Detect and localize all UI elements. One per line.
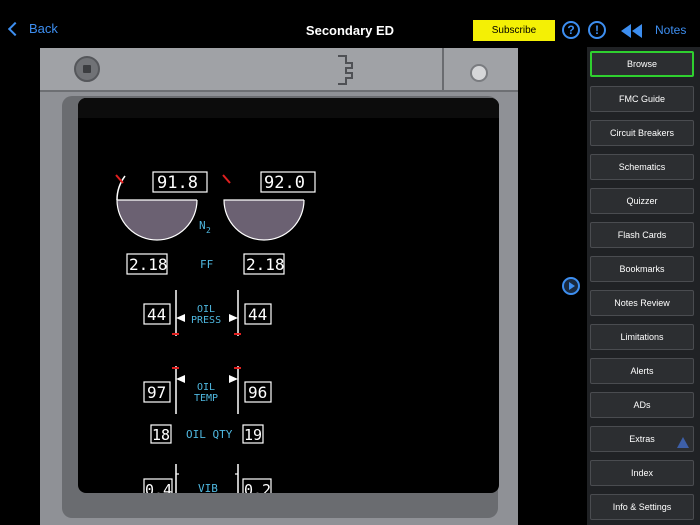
oil-qty-label: OIL QTY — [186, 428, 233, 441]
oil-press-label-line2: PRESS — [191, 315, 221, 326]
vib-label: VIB — [198, 482, 218, 493]
chevron-left-icon — [7, 21, 23, 36]
menu-item-alerts[interactable]: Alerts — [590, 358, 694, 384]
n2-subscript: 2 — [206, 226, 211, 235]
side-menu: Browse FMC Guide Circuit Breakers Schema… — [587, 47, 700, 525]
ff-left-value: 2.18 — [129, 255, 168, 274]
oil-press-left-value: 44 — [147, 305, 166, 324]
oil-qty-left-value: 18 — [152, 426, 170, 444]
engine-display-screen: 91.8 92.0 N 2 2.18 FF 2.18 44 OIL PRESS — [78, 98, 499, 493]
brightness-knob-icon[interactable] — [470, 64, 488, 82]
menu-item-bookmarks[interactable]: Bookmarks — [590, 256, 694, 282]
menu-item-info-settings[interactable]: Info & Settings — [590, 494, 694, 520]
ff-label: FF — [200, 258, 213, 271]
panel-top-housing — [40, 48, 518, 92]
engine-display-graphics: 91.8 92.0 N 2 2.18 FF 2.18 44 OIL PRESS — [115, 171, 316, 493]
vib-left-value: 0.4 — [145, 481, 172, 493]
panel-screw-icon — [74, 56, 100, 82]
oil-press-label-line1: OIL — [197, 304, 215, 315]
menu-item-index[interactable]: Index — [590, 460, 694, 486]
menu-item-schematics[interactable]: Schematics — [590, 154, 694, 180]
menu-item-quizzer[interactable]: Quizzer — [590, 188, 694, 214]
menu-item-flash-cards[interactable]: Flash Cards — [590, 222, 694, 248]
back-button[interactable]: Back — [7, 21, 58, 36]
scroll-up-icon[interactable] — [677, 437, 689, 448]
back-label: Back — [29, 21, 58, 36]
menu-item-circuit-breakers[interactable]: Circuit Breakers — [590, 120, 694, 146]
secondary-engine-display-panel: 91.8 92.0 N 2 2.18 FF 2.18 44 OIL PRESS — [40, 48, 518, 525]
menu-item-notes-review[interactable]: Notes Review — [590, 290, 694, 316]
chevron-right-icon[interactable] — [562, 277, 580, 295]
oil-press-right-value: 44 — [248, 305, 267, 324]
panel-divider — [442, 48, 444, 90]
rewind-icon[interactable] — [619, 24, 643, 38]
alert-icon[interactable]: ! — [588, 21, 606, 39]
menu-item-browse[interactable]: Browse — [590, 51, 694, 77]
n2-label: N — [199, 219, 206, 232]
oil-temp-label-line2: TEMP — [194, 393, 218, 404]
oil-temp-label-line1: OIL — [197, 382, 215, 393]
menu-item-fmc-guide[interactable]: FMC Guide — [590, 86, 694, 112]
n2-left-value: 91.8 — [157, 173, 198, 193]
panel-latch-icon — [338, 55, 353, 85]
oil-qty-right-value: 19 — [244, 426, 262, 444]
subscribe-button[interactable]: Subscribe — [473, 20, 555, 41]
ff-right-value: 2.18 — [246, 255, 285, 274]
n2-right-value: 92.0 — [264, 173, 305, 193]
help-icon[interactable]: ? — [562, 21, 580, 39]
notes-button[interactable]: Notes — [655, 23, 686, 37]
menu-item-ads[interactable]: ADs — [590, 392, 694, 418]
menu-item-limitations[interactable]: Limitations — [590, 324, 694, 350]
oil-temp-right-value: 96 — [248, 383, 267, 402]
oil-temp-left-value: 97 — [147, 383, 166, 402]
top-navigation-bar: Back Secondary ED Subscribe ? ! Notes — [0, 0, 700, 46]
vib-right-value: 0.2 — [244, 481, 271, 493]
